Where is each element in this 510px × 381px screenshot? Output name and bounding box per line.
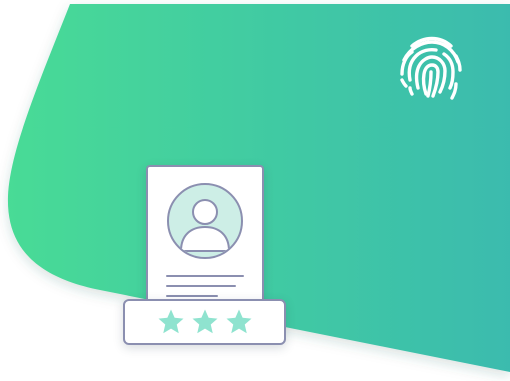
- detail-line-2: [166, 285, 236, 287]
- illustration-canvas: [0, 0, 510, 381]
- star-icon: [226, 309, 251, 334]
- profile-card: [146, 165, 264, 315]
- star-icon: [192, 309, 217, 334]
- star-icon: [158, 309, 183, 334]
- detail-line-1: [166, 275, 244, 277]
- star-rating: [123, 299, 286, 345]
- fingerprint-icon: [400, 36, 462, 100]
- user-avatar-icon: [167, 183, 243, 259]
- detail-line-3: [166, 295, 218, 297]
